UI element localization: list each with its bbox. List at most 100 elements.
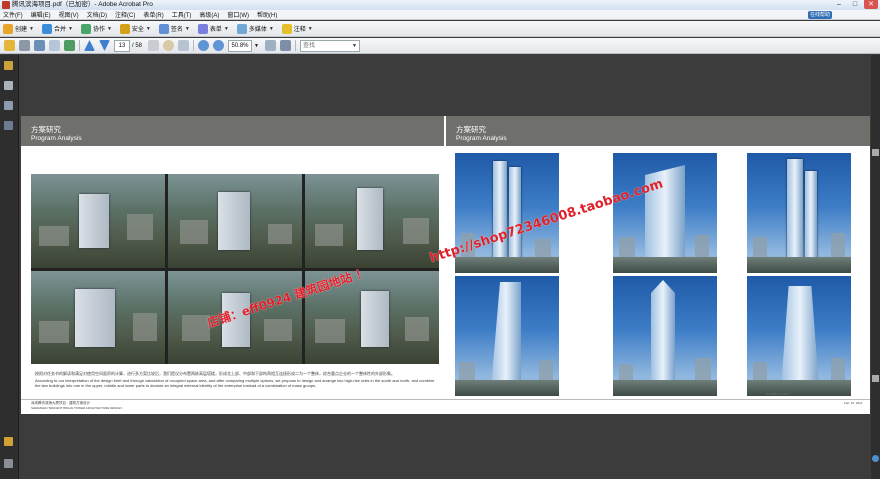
chevron-down-icon: ▼ [29,25,34,32]
task-toolbar: 创建 ▼ 合并 ▼ 协作 ▼ 安全 ▼ 签名 ▼ 表单 ▼ 多媒体 ▼ 注释 ▼ [0,21,880,37]
menu-file[interactable]: 文件(F) [3,10,23,19]
comment-icon [281,23,292,34]
create-icon [3,23,13,34]
document-spread: 方案研究 Program Analysis 方案研究 Program Analy… [21,116,870,414]
menu-document[interactable]: 文档(D) [87,10,107,19]
signatures-icon[interactable] [4,121,13,130]
toolbar-divider [193,40,195,51]
collaborate-label: 协作 [92,27,105,33]
zoom-out-icon[interactable] [198,40,210,51]
menu-edit[interactable]: 编辑(E) [31,10,51,19]
combine-button[interactable]: 合并 ▼ [41,22,73,35]
forms-button[interactable]: 表单 ▼ [197,22,229,35]
menu-advanced[interactable]: 高级(A) [199,10,219,19]
fit-page-icon[interactable] [264,40,276,51]
chevron-down-icon: ▼ [352,42,357,49]
menu-comments[interactable]: 注释(C) [115,10,135,19]
tower-render-4 [455,276,559,396]
sign-label: 签名 [170,27,183,33]
comment-label: 注释 [293,27,306,33]
menu-forms[interactable]: 表单(R) [143,10,163,19]
footer-date: Feb. 07, 2011 [844,401,863,405]
tower-render-2 [613,153,717,273]
caption-english: According to our interpretation of the d… [35,378,435,388]
chevron-down-icon: ▼ [145,25,151,32]
multimedia-label: 多媒体 [248,27,267,33]
secure-label: 安全 [131,27,144,33]
forms-label: 表单 [209,27,222,33]
aerial-renderings [31,174,439,364]
menu-view[interactable]: 视图(V) [59,10,79,19]
collaborate-button[interactable]: 协作 ▼ [80,22,112,35]
create-button[interactable]: 创建 ▼ [3,22,34,35]
secure-button[interactable]: 安全 ▼ [119,22,151,35]
aerial-render-2 [168,174,302,268]
right-page-header: 方案研究 Program Analysis [446,116,870,146]
left-title-cn: 方案研究 [31,125,61,134]
chevron-down-icon: ▼ [184,25,190,32]
toolbar-divider [294,40,296,51]
previous-page-icon[interactable] [84,40,95,51]
left-page-header: 方案研究 Program Analysis [21,116,444,146]
fit-width-icon[interactable] [279,40,291,51]
scroll-marker-icon[interactable] [872,149,879,156]
hand-tool-icon[interactable] [163,40,175,51]
pages-icon[interactable] [4,81,13,90]
close-button[interactable]: ✕ [864,0,878,9]
scroll-marker-icon[interactable] [872,375,879,382]
save-icon[interactable] [34,40,45,51]
chevron-down-icon: ▼ [223,25,229,32]
find-placeholder: 查找 [302,42,315,49]
lock-icon[interactable] [4,61,13,70]
zoom-dropdown-icon[interactable]: ▼ [254,43,259,49]
paperclip-icon[interactable] [4,459,13,468]
tower-render-5 [613,276,717,396]
zoom-in-icon[interactable] [213,40,225,51]
window-title: 腾讯滨海项目.pdf（已加密）- Adobe Acrobat Pro [12,1,153,8]
tower-render-6 [747,276,851,396]
menu-window[interactable]: 窗口(W) [227,10,249,19]
navigation-panel [0,55,19,479]
page-total: / 58 [132,42,143,49]
email-icon[interactable] [49,40,60,51]
minimize-button[interactable]: – [832,0,846,9]
window-controls: – □ ✕ [832,0,878,10]
online-help-button[interactable]: 在线帮助 [808,11,832,19]
menu-tools[interactable]: 工具(T) [172,10,192,19]
sign-icon [158,23,169,34]
multimedia-button[interactable]: 多媒体 ▼ [236,22,274,35]
globe-icon[interactable] [872,455,879,462]
collaborate-icon [80,23,91,34]
lock-icon [119,23,130,34]
acrobat-icon [2,1,10,9]
print-icon[interactable] [19,40,30,51]
zoom-field[interactable]: 50.8% [228,39,253,52]
combine-icon [41,23,52,34]
chevron-down-icon: ▼ [67,25,73,32]
sign-button[interactable]: 签名 ▼ [158,22,190,35]
comment-button[interactable]: 注释 ▼ [281,22,313,35]
caption-chinese: 按照对任务书的解读和满足对使用空间面积的计算，进行多方案比较后，我们提议分布置两… [35,371,395,376]
bookmarks-icon[interactable] [4,101,13,110]
tower-render-1 [455,153,559,273]
aerial-render-1 [31,174,165,268]
aerial-render-4 [31,270,165,364]
find-input[interactable]: 查找 ▼ [299,39,360,52]
menu-help[interactable]: 帮助(H) [257,10,277,19]
page-number-input[interactable]: 13 [114,39,130,52]
combine-label: 合并 [53,27,66,33]
right-panel [871,55,880,479]
toolbar-divider [79,40,80,51]
attachments-icon[interactable] [4,437,13,446]
open-icon[interactable] [4,40,15,51]
right-title-cn: 方案研究 [456,125,486,134]
select-tool-icon[interactable] [148,40,160,51]
share-icon[interactable] [64,40,75,51]
next-page-icon[interactable] [99,40,110,51]
footer-divider [21,399,870,400]
right-title-en: Program Analysis [456,135,507,142]
footer-project-en: SHENZHEN TENCENT BINHAI TOWER ARCHITECTU… [31,406,122,410]
left-title-en: Program Analysis [31,135,82,142]
maximize-button[interactable]: □ [848,0,862,9]
marquee-zoom-icon[interactable] [178,40,190,51]
